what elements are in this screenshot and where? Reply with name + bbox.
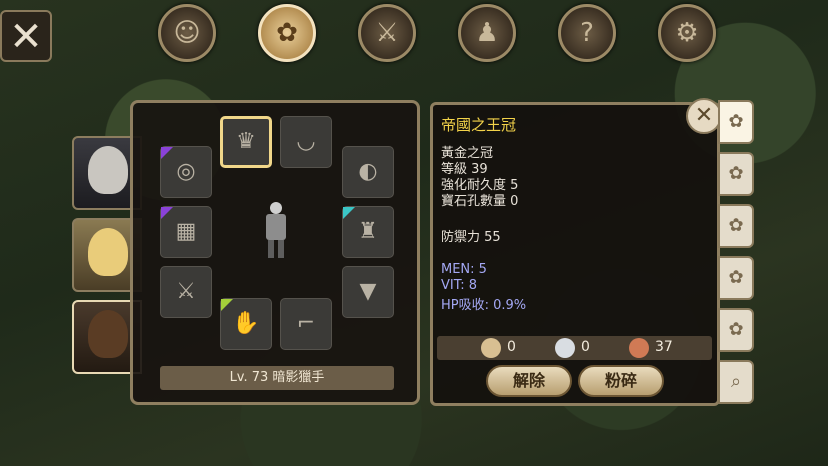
belt-icon: ▼	[359, 279, 377, 304]
armor-slot[interactable]: ▦	[160, 206, 212, 258]
rarity-tag	[221, 299, 233, 311]
close-x-icon: ✕	[9, 14, 43, 60]
avatar	[88, 310, 128, 358]
sword-icon: ⚔	[375, 18, 399, 48]
party-icon: ♟	[475, 18, 499, 48]
gold-value: 0	[507, 339, 516, 355]
character-sprite	[262, 202, 290, 260]
nav-quest-button[interactable]: ?	[558, 4, 616, 62]
info-close-button[interactable]: ✕	[686, 98, 722, 134]
item-title: 帝國之王冠	[441, 116, 517, 134]
rarity-tag	[161, 207, 173, 219]
character-head-icon: ☺	[173, 18, 201, 48]
bag-icon: ✿	[728, 319, 744, 340]
bag-icon: ✿	[728, 111, 744, 132]
stat-vit: VIT: 8	[441, 278, 478, 293]
item-defense: 防禦力 55	[441, 230, 501, 245]
quest-scroll-icon: ?	[580, 18, 594, 48]
gloves-slot[interactable]: ✋	[220, 298, 272, 350]
bag-tab-4[interactable]: ✿	[718, 256, 754, 300]
crown-icon: ♛	[236, 129, 256, 154]
ring-slot[interactable]: ◎	[160, 146, 212, 198]
crown-slot[interactable]: ♛	[220, 116, 272, 168]
bag-search-tab[interactable]: ⌕	[718, 360, 754, 404]
currency-bar: 0 0 37	[437, 336, 712, 360]
bag-tab-1[interactable]: ✿	[718, 100, 754, 144]
copper-coin-icon	[629, 338, 649, 358]
shield-icon: ◐	[358, 159, 378, 184]
belt-slot-empty[interactable]: ▼	[342, 266, 394, 318]
sword-icon: ⚔	[176, 279, 196, 304]
bag-tab-3[interactable]: ✿	[718, 204, 754, 248]
rarity-tag	[343, 207, 355, 219]
nav-settings-button[interactable]: ⚙	[658, 4, 716, 62]
cloak-slot[interactable]: ♜	[342, 206, 394, 258]
top-nav: ☺ ✿ ⚔ ♟ ? ⚙	[150, 4, 720, 68]
nav-character-button[interactable]: ☺	[158, 4, 216, 62]
bag-icon: ✿	[728, 215, 744, 236]
gold-coin-icon	[481, 338, 501, 358]
bag-tab-5[interactable]: ✿	[718, 308, 754, 352]
necklace-slot[interactable]: ◡	[280, 116, 332, 168]
unequip-button[interactable]: 解除	[486, 365, 572, 397]
gear-icon: ⚙	[675, 18, 699, 48]
close-x-icon: ✕	[694, 103, 714, 128]
ring-icon: ◎	[176, 159, 196, 184]
nav-skill-button[interactable]: ⚔	[358, 4, 416, 62]
item-sockets: 寶石孔數量 0	[441, 194, 519, 209]
boots-slot-empty[interactable]: ⌐	[280, 298, 332, 350]
silver-value: 0	[581, 339, 590, 355]
bag-icon: ✿	[728, 267, 744, 288]
gloves-icon: ✋	[232, 311, 260, 336]
boots-icon: ⌐	[296, 311, 316, 336]
rarity-tag	[161, 147, 173, 159]
shield-slot-empty[interactable]: ◐	[342, 146, 394, 198]
cloak-icon: ♜	[358, 219, 378, 244]
avatar	[88, 146, 128, 194]
weapon-slot-empty[interactable]: ⚔	[160, 266, 212, 318]
close-button[interactable]: ✕	[0, 10, 52, 62]
search-icon: ⌕	[730, 371, 742, 392]
character-level-label: Lv. 73 暗影獵手	[160, 366, 394, 390]
silver-coin-icon	[555, 338, 575, 358]
bag-tab-2[interactable]: ✿	[718, 152, 754, 196]
shatter-button[interactable]: 粉碎	[578, 365, 664, 397]
armor-icon: ▦	[175, 219, 197, 244]
stat-hp-absorb: HP吸收: 0.9%	[441, 298, 527, 313]
necklace-icon: ◡	[296, 129, 316, 154]
copper-value: 37	[655, 339, 673, 355]
bag-icon: ✿	[276, 18, 298, 48]
avatar	[88, 228, 128, 276]
nav-bag-button[interactable]: ✿	[258, 4, 316, 62]
nav-party-button[interactable]: ♟	[458, 4, 516, 62]
bag-icon: ✿	[728, 163, 744, 184]
stat-men: MEN: 5	[441, 262, 487, 277]
